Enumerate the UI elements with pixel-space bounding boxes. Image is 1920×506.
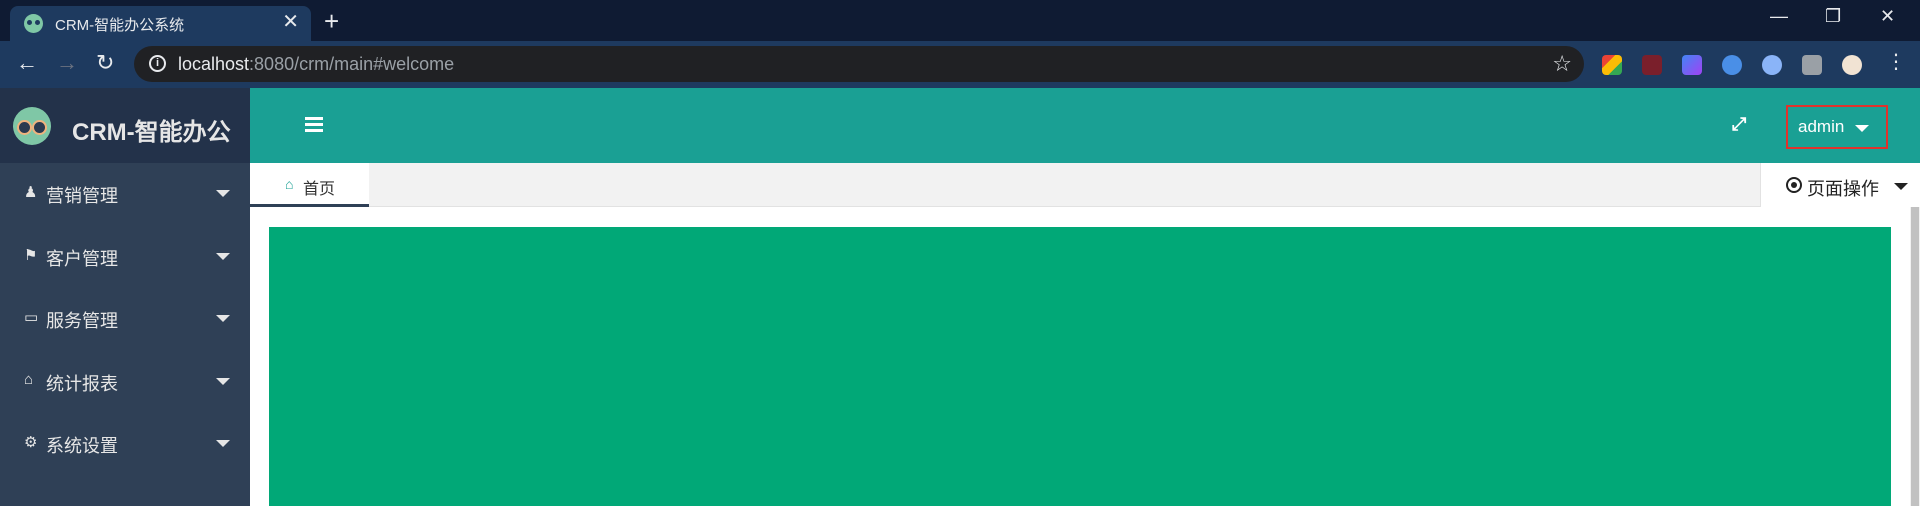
extension-feather-icon[interactable] bbox=[1722, 55, 1742, 75]
logo-area: CRM-智能办公 bbox=[0, 88, 250, 163]
back-button[interactable]: ← bbox=[16, 51, 38, 75]
extension-pdf-icon[interactable] bbox=[1642, 55, 1662, 75]
sidebar-item-customers[interactable]: ⚑ 客户管理 bbox=[0, 226, 250, 289]
user-tie-icon: ♟ bbox=[24, 184, 38, 201]
tab-home[interactable]: ⌂ 首页 bbox=[250, 163, 369, 207]
reload-button[interactable]: ↻ bbox=[96, 51, 114, 75]
tab-home-label: 首页 bbox=[303, 181, 336, 198]
restore-button[interactable]: ❐ bbox=[1825, 6, 1841, 27]
crm-favicon-icon bbox=[24, 14, 43, 33]
caret-down-icon bbox=[216, 440, 230, 447]
flag-icon: ⚑ bbox=[24, 246, 38, 264]
sidebar-item-label: 系统设置 bbox=[46, 436, 118, 456]
address-bar[interactable]: i localhost:8080/crm/main#welcome ☆ bbox=[134, 46, 1584, 82]
extension-colorful-icon[interactable] bbox=[1602, 55, 1622, 75]
caret-down-icon bbox=[216, 190, 230, 197]
username[interactable]: admin bbox=[1798, 117, 1844, 137]
sidebar-item-marketing[interactable]: ♟ 营销管理 bbox=[0, 163, 250, 226]
page-operations-dropdown[interactable]: 页面操作 bbox=[1760, 163, 1920, 207]
sidebar-item-label: 统计报表 bbox=[46, 373, 118, 394]
desktop-icon: ▭ bbox=[24, 309, 39, 326]
page-operations-label: 页面操作 bbox=[1807, 179, 1879, 199]
page-tabs-bar: ⌂ 首页 页面操作 bbox=[250, 163, 1920, 207]
sidebar-item-label: 服务管理 bbox=[46, 311, 118, 331]
caret-down-icon bbox=[216, 252, 230, 260]
extensions-puzzle-icon[interactable] bbox=[1802, 55, 1822, 75]
browser-tab-title: CRM-智能办公系统 bbox=[55, 17, 185, 34]
logo-text: CRM-智能办公 bbox=[72, 119, 231, 146]
fullscreen-icon[interactable]: ⤢ bbox=[1732, 114, 1746, 135]
scrollbar-thumb[interactable] bbox=[1911, 207, 1919, 506]
bookmark-star-icon[interactable]: ☆ bbox=[1552, 51, 1572, 77]
top-header: ⤢ admin bbox=[250, 88, 1920, 163]
caret-down-icon bbox=[216, 377, 230, 385]
profile-avatar[interactable] bbox=[1842, 55, 1862, 75]
home-icon: ⌂ bbox=[24, 370, 34, 388]
extension-drive-icon[interactable] bbox=[1682, 55, 1702, 75]
home-icon: ⌂ bbox=[285, 176, 294, 192]
browser-tab-strip: CRM-智能办公系统 ✕ + — ❐ ✕ bbox=[0, 0, 1920, 41]
content-area bbox=[250, 207, 1910, 506]
sidebar-menu: ♟ 营销管理 ⚑ 客户管理 ▭ 服务管理 ⌂ 统计报表 ⚙ 系统设置 bbox=[0, 163, 250, 476]
user-menu[interactable]: admin bbox=[1786, 105, 1888, 149]
extension-circle-icon[interactable] bbox=[1762, 55, 1782, 75]
browser-menu-icon[interactable]: ⋮ bbox=[1886, 49, 1906, 73]
browser-toolbar: ← → ↻ i localhost:8080/crm/main#welcome … bbox=[0, 41, 1920, 88]
menu-toggle-icon[interactable] bbox=[305, 117, 323, 133]
new-tab-button[interactable]: + bbox=[324, 7, 339, 35]
tab-close-icon[interactable]: ✕ bbox=[282, 11, 299, 33]
welcome-panel bbox=[269, 227, 1891, 506]
sidebar-item-service[interactable]: ▭ 服务管理 bbox=[0, 288, 250, 351]
sidebar-item-reports[interactable]: ⌂ 统计报表 bbox=[0, 351, 250, 414]
caret-down-icon bbox=[216, 315, 230, 322]
crm-app: CRM-智能办公 ♟ 营销管理 ⚑ 客户管理 ▭ 服务管理 ⌂ 统计报表 ⚙ 系… bbox=[0, 88, 1920, 506]
site-info-icon[interactable]: i bbox=[149, 55, 166, 72]
content-scrollbar[interactable] bbox=[1910, 207, 1920, 506]
caret-down-icon bbox=[1894, 183, 1908, 190]
sidebar: CRM-智能办公 ♟ 营销管理 ⚑ 客户管理 ▭ 服务管理 ⌂ 统计报表 ⚙ 系… bbox=[0, 88, 250, 506]
crm-logo-icon bbox=[13, 107, 51, 145]
dot-circle-icon bbox=[1786, 177, 1802, 193]
sidebar-item-label: 营销管理 bbox=[46, 186, 118, 206]
minimize-button[interactable]: — bbox=[1770, 6, 1788, 27]
gears-icon: ⚙ bbox=[24, 434, 38, 451]
forward-button[interactable]: → bbox=[56, 51, 78, 75]
caret-down-icon bbox=[1855, 125, 1869, 132]
browser-tab[interactable]: CRM-智能办公系统 ✕ bbox=[10, 6, 311, 41]
url-text[interactable]: localhost:8080/crm/main#welcome bbox=[178, 54, 454, 75]
sidebar-item-label: 客户管理 bbox=[46, 248, 118, 269]
window-close-button[interactable]: ✕ bbox=[1880, 6, 1895, 27]
sidebar-item-settings[interactable]: ⚙ 系统设置 bbox=[0, 413, 250, 476]
